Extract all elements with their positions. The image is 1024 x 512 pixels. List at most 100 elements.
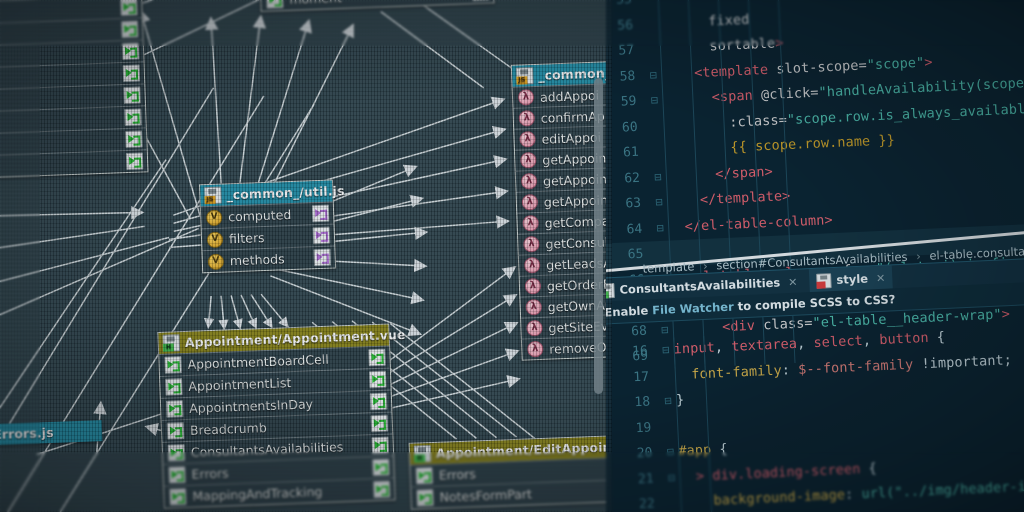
- function-icon: [522, 214, 539, 232]
- code-token: :: [844, 486, 862, 503]
- fold-marker-icon[interactable]: ⊟: [645, 62, 662, 88]
- file-watcher-link[interactable]: File Watcher: [652, 300, 734, 318]
- notification-suffix: to compile SCSS to CSS?: [733, 292, 896, 314]
- breadcrumb-separator: ›: [702, 258, 708, 273]
- line-number: 57: [618, 42, 635, 59]
- code-editor-panel[interactable]: 55 min-width="150"56 fixed57 sortable>58…: [606, 0, 1024, 512]
- line-number: 59: [620, 93, 637, 110]
- code-token: #app: [678, 441, 712, 460]
- code-token: slot-scope=: [775, 56, 868, 77]
- screenshot-root: tmentStatusList tantsAutocomplete Autoco…: [0, 0, 1024, 512]
- vue-option-icon: [205, 209, 223, 226]
- node-title: common_/Errors.js: [0, 424, 54, 445]
- node-title: _common_/util.js: [226, 183, 345, 203]
- code-token: class=: [762, 314, 813, 333]
- js-file-icon: [515, 67, 534, 85]
- function-icon: [520, 172, 538, 190]
- diagram-vertical-scrollbar[interactable]: [594, 78, 603, 394]
- line-number: 20: [636, 445, 653, 462]
- fold-marker-icon[interactable]: [648, 139, 664, 140]
- diagram-node-appointment-vue[interactable]: Appointment/Appointment.vue AppointmentB…: [157, 323, 406, 509]
- line-number: 17: [632, 369, 650, 385]
- import-icon: [165, 400, 184, 418]
- function-icon: [521, 193, 539, 211]
- function-icon: [520, 152, 537, 169]
- import-port: [372, 458, 390, 477]
- close-icon[interactable]: ✕: [785, 275, 798, 289]
- dependency-diagram-panel[interactable]: tmentStatusList tantsAutocomplete Autoco…: [0, 0, 612, 512]
- code-token: select: [813, 332, 864, 352]
- function-icon: [526, 340, 544, 358]
- code-token: ,: [714, 338, 732, 356]
- code-token: sortable: [659, 35, 776, 57]
- function-icon: [518, 110, 536, 127]
- import-icon: [165, 378, 183, 396]
- import-icon: [265, 0, 284, 9]
- fold-marker-icon[interactable]: ⊟: [651, 190, 668, 216]
- fold-marker-icon[interactable]: ⊟: [657, 337, 674, 363]
- import-icon: [164, 356, 182, 374]
- vue-file-icon: [606, 282, 615, 299]
- vue-file-icon: [162, 334, 181, 352]
- code-token: textarea: [730, 335, 798, 355]
- close-icon[interactable]: ✕: [873, 271, 886, 285]
- diagram-node-item[interactable]: methods: [202, 245, 336, 273]
- variable-port: [312, 226, 331, 245]
- diagram-node-left-autocomplete[interactable]: tmentStatusList tantsAutocomplete Autoco…: [0, 0, 149, 185]
- variable-port: [311, 204, 330, 223]
- import-port: [371, 436, 389, 455]
- code-token: >: [1001, 305, 1011, 323]
- diagram-node-common-util[interactable]: _common_/util.js computed filters method…: [199, 179, 345, 274]
- line-number: 18: [634, 394, 651, 411]
- line-number: 63: [625, 195, 642, 212]
- code-token: button: [878, 329, 929, 349]
- import-port: [123, 86, 141, 105]
- line-number: 60: [621, 119, 638, 136]
- import-port: [124, 108, 142, 127]
- fold-marker-icon[interactable]: ⊟: [660, 388, 677, 414]
- fold-marker-icon[interactable]: ⊟: [663, 465, 680, 491]
- line-number: 61: [622, 144, 640, 161]
- code-token: </span>: [665, 163, 774, 185]
- import-port: [125, 152, 144, 171]
- item-label: NotesFormPart: [439, 486, 533, 505]
- code-token: min-width=: [657, 0, 790, 6]
- import-port: [368, 348, 386, 367]
- function-icon: [523, 256, 541, 274]
- code-token: :: [781, 361, 799, 379]
- vue-option-icon: [206, 231, 224, 248]
- line-number: 56: [617, 17, 634, 34]
- code-token: {: [860, 459, 878, 477]
- variable-port: [313, 248, 332, 267]
- code-token: <span: [662, 87, 762, 108]
- diagram-node-editappointment-vue[interactable]: Appointment/EditAppointment.vue Errors N…: [408, 434, 612, 510]
- js-file-icon: [204, 186, 222, 205]
- fold-marker-icon[interactable]: [644, 37, 660, 38]
- code-token: ,: [796, 335, 814, 352]
- fold-marker-icon[interactable]: [642, 11, 658, 12]
- code-token: <template: [660, 61, 777, 83]
- code-token: !important;: [912, 351, 1013, 373]
- line-number: 22: [638, 496, 656, 512]
- function-icon: [526, 319, 543, 337]
- code-token: >: [923, 53, 933, 71]
- function-icon: [525, 298, 543, 316]
- function-icon: [519, 131, 536, 148]
- tab-label: style: [836, 271, 869, 287]
- code-token: @click=: [760, 84, 819, 104]
- import-port: [121, 42, 140, 61]
- import-port: [372, 480, 391, 499]
- code-token: ,: [862, 332, 880, 349]
- import-port: [368, 370, 387, 389]
- vue-option-icon: [207, 253, 225, 270]
- fold-marker-icon[interactable]: ⊟: [662, 439, 679, 465]
- line-number: 19: [635, 420, 652, 436]
- fold-marker-icon[interactable]: ⊟: [646, 88, 663, 114]
- item-label: methods: [229, 251, 285, 269]
- breadcrumb-separator: ›: [915, 249, 922, 264]
- code-token: fixed: [658, 11, 750, 32]
- fold-marker-icon[interactable]: ⊟: [652, 215, 669, 241]
- bottom-editor-code[interactable]: 16 ⊟ input, textarea, select, button {17 f…: [606, 319, 1024, 512]
- fold-marker-icon[interactable]: ⊟: [649, 164, 666, 190]
- css-file-icon: [816, 272, 832, 289]
